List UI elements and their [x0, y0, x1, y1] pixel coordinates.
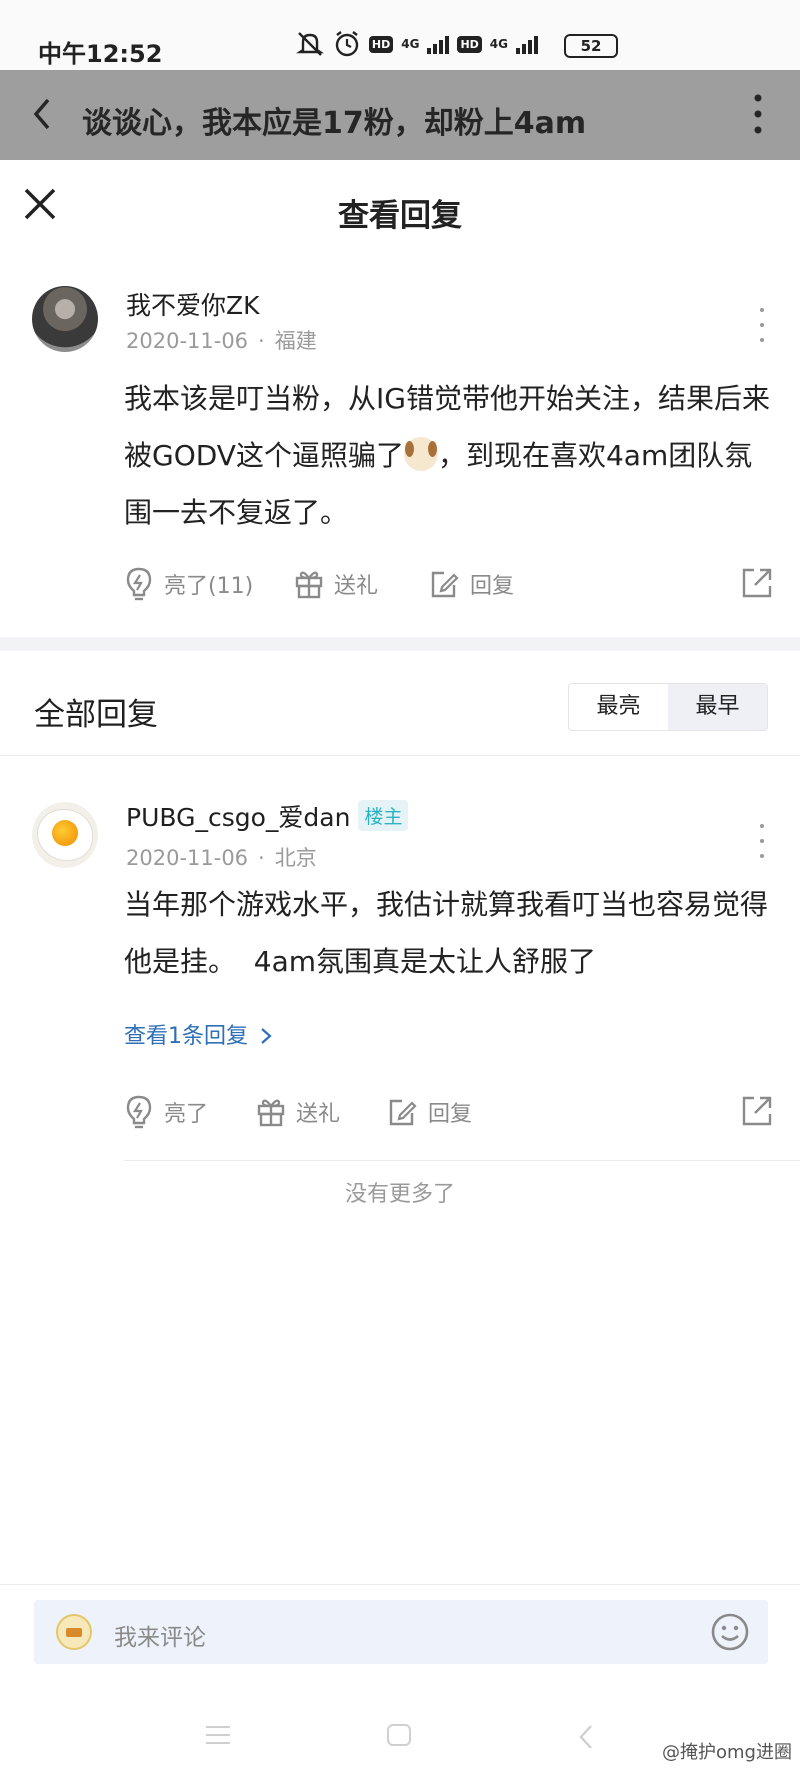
reply-sheet: 查看回复 我不爱你ZK 2020-11-06 · 福建 我本该是叮当粉，从IG错觉带… — [0, 160, 800, 1778]
reply-label: 回复 — [470, 574, 515, 599]
mute-bell-icon — [295, 32, 324, 56]
signal-icon — [516, 34, 538, 54]
signal-icon — [427, 34, 450, 54]
view-replies-link[interactable]: 查看1条回复 — [124, 1018, 273, 1050]
watermark: @掩护omg进圈 — [662, 1742, 792, 1763]
like-button[interactable]: 亮了(11) — [124, 564, 253, 604]
no-more-text: 没有更多了 — [344, 1182, 455, 1207]
dog-emoji-icon — [403, 437, 438, 471]
comment-location: 福建 — [274, 329, 317, 353]
more-vertical-icon[interactable] — [752, 92, 764, 136]
divider — [124, 1160, 800, 1161]
home-icon[interactable] — [387, 1724, 411, 1746]
gift-button[interactable]: 送礼 — [256, 1092, 340, 1132]
op-badge: 楼主 — [358, 800, 409, 831]
reply-item: PUBG_csgo_爱dan 楼主 2020-11-06 · 北京 当年那个游戏水平，… — [0, 756, 800, 1176]
comment-actions: 亮了(11) 送礼 回复 — [124, 564, 774, 604]
meta-separator: · — [258, 846, 265, 870]
system-nav-bar: @掩护omg进圈 — [0, 1698, 800, 1778]
meta-separator: · — [258, 329, 265, 353]
user-avatar — [56, 1614, 92, 1650]
lightbulb-icon — [126, 1095, 152, 1129]
reply-text: 当年那个游戏水平，我估计就算我看叮当也容易觉得他是挂。 4am氛围真是太让人舒服… — [124, 888, 769, 978]
share-icon[interactable] — [740, 566, 774, 600]
like-label: 亮了(11) — [164, 574, 254, 599]
comment-more-icon[interactable] — [756, 308, 768, 342]
network-type: 4G — [401, 37, 420, 51]
share-icon[interactable] — [740, 1094, 774, 1128]
replies-header: 全部回复 最亮 最早 — [0, 651, 800, 755]
reply-actions: 亮了 送礼 回复 — [124, 1092, 774, 1132]
comment-username[interactable]: 我不爱你ZK — [126, 286, 260, 322]
hd-badge: HD — [457, 35, 482, 53]
avatar[interactable] — [32, 802, 98, 868]
edit-icon — [389, 1099, 417, 1126]
gift-icon — [257, 1099, 285, 1127]
chevron-right-icon — [261, 1028, 272, 1044]
gift-label: 送礼 — [296, 1102, 341, 1127]
replies-title: 全部回复 — [34, 697, 158, 733]
edit-icon — [431, 571, 459, 598]
sort-option-brightest[interactable]: 最亮 — [569, 684, 668, 730]
reply-button[interactable]: 回复 — [386, 1092, 472, 1132]
gift-button[interactable]: 送礼 — [294, 564, 378, 604]
reply-label: 回复 — [428, 1102, 473, 1127]
comment-meta: 2020-11-06 · 福建 — [126, 325, 317, 355]
lightbulb-icon — [126, 567, 152, 601]
like-label: 亮了 — [164, 1102, 209, 1127]
section-divider — [0, 637, 800, 651]
reply-date: 2020-11-06 — [126, 846, 249, 870]
gift-icon — [295, 571, 323, 599]
like-button[interactable]: 亮了 — [124, 1092, 208, 1132]
comment-input-placeholder[interactable]: 我来评论 — [114, 1618, 206, 1652]
status-bar: 中午12:52 HD 4G HD 4G 52 — [0, 0, 800, 70]
hd-badge: HD — [368, 35, 394, 53]
battery-icon: 52 — [564, 34, 618, 58]
reply-button[interactable]: 回复 — [428, 564, 514, 604]
status-time: 中午12:52 — [38, 40, 163, 68]
avatar[interactable] — [32, 286, 98, 352]
reply-username[interactable]: PUBG_csgo_爱dan 楼主 — [126, 798, 409, 834]
divider — [0, 1584, 800, 1585]
menu-icon[interactable] — [206, 1726, 230, 1750]
sort-toggle: 最亮 最早 — [568, 683, 768, 731]
page-header: 谈谈心，我本应是17粉，却粉上4am — [0, 70, 800, 160]
comment-input-box[interactable]: 我来评论 — [34, 1600, 768, 1664]
comment-date: 2020-11-06 — [126, 329, 249, 353]
page-title: 谈谈心，我本应是17粉，却粉上4am — [82, 106, 587, 141]
emoji-icon[interactable] — [710, 1612, 750, 1652]
comment-text: 我本该是叮当粉，从IG错觉带他开始关注，结果后来被GODV这个逼照骗了 ，到现在喜… — [124, 370, 774, 541]
reply-location: 北京 — [274, 846, 317, 870]
sheet-title: 查看回复 — [338, 198, 462, 234]
main-comment: 我不爱你ZK 2020-11-06 · 福建 我本该是叮当粉，从IG错觉带他开始关注… — [0, 252, 800, 637]
gift-label: 送礼 — [334, 574, 379, 599]
network-type: 4G — [489, 37, 508, 51]
reply-meta: 2020-11-06 · 北京 — [126, 842, 317, 872]
alarm-icon — [335, 31, 359, 57]
back-arrow-icon[interactable] — [30, 94, 54, 134]
reply-more-icon[interactable] — [756, 824, 768, 858]
status-icons: HD 4G HD 4G — [295, 30, 538, 58]
nav-back-icon[interactable] — [578, 1724, 594, 1750]
reply-username-text: PUBG_csgo_爱dan — [126, 803, 351, 832]
sort-option-earliest[interactable]: 最早 — [668, 684, 767, 730]
sheet-header: 查看回复 — [0, 160, 800, 252]
view-replies-label: 查看1条回复 — [124, 1024, 248, 1049]
